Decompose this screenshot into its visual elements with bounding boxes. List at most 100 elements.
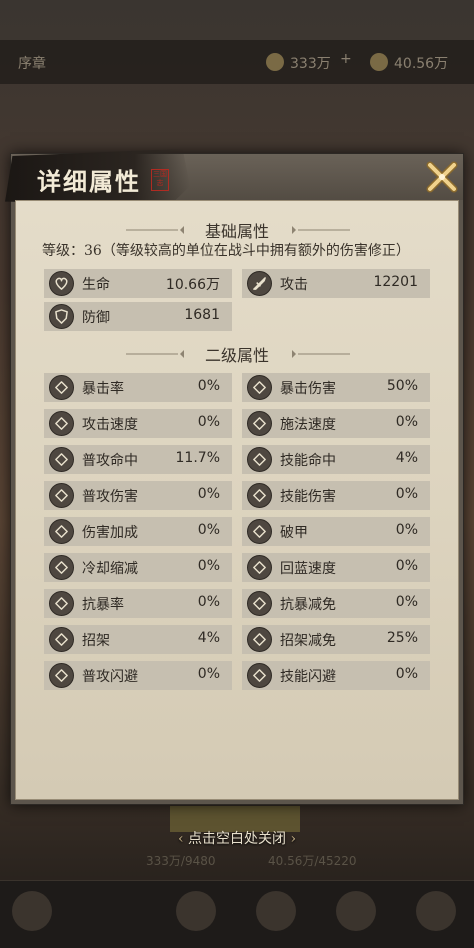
ornament-right-2 xyxy=(292,350,350,358)
attr-label: 抗暴减免 xyxy=(280,597,336,613)
ingot-icon xyxy=(370,53,388,71)
attr-label: 普攻命中 xyxy=(82,453,138,469)
close-hint-text: 点击空白处关闭 xyxy=(188,831,286,847)
attr-label: 冷却缩减 xyxy=(82,561,138,577)
eye-icon xyxy=(247,447,272,472)
attr-value: 1681 xyxy=(184,307,220,323)
flame-icon xyxy=(247,411,272,436)
currency-1: 333万 xyxy=(290,56,331,72)
attr-value: 0% xyxy=(395,594,418,610)
burst-ring-icon xyxy=(247,375,272,400)
attr-label: 招架减免 xyxy=(280,633,336,649)
attr-value: 0% xyxy=(197,666,220,682)
attr-value: 4% xyxy=(197,630,220,646)
attr-row: 防御 1681 xyxy=(44,302,232,331)
coin-icon xyxy=(266,53,284,71)
plus-icon[interactable]: + xyxy=(340,51,352,67)
arrow-target-icon xyxy=(49,447,74,472)
attr-row: 普攻伤害 0% xyxy=(44,481,232,510)
attr-row: 技能伤害 0% xyxy=(242,481,430,510)
attr-row: 伤害加成 0% xyxy=(44,517,232,546)
attr-value: 0% xyxy=(395,486,418,502)
attr-row: 普攻闪避 0% xyxy=(44,661,232,690)
attr-row: 抗暴减免 0% xyxy=(242,589,430,618)
attr-row: 生命 10.66万 xyxy=(44,269,232,298)
attr-value: 11.7% xyxy=(175,450,220,466)
attr-row: 破甲 0% xyxy=(242,517,430,546)
attr-value: 0% xyxy=(395,666,418,682)
attr-label: 施法速度 xyxy=(280,417,336,433)
attr-label: 攻击 xyxy=(280,277,308,293)
attr-row: 攻击 12201 xyxy=(242,269,430,298)
panel-title: 详细属性 xyxy=(37,167,141,196)
currency-2: 40.56万 xyxy=(394,56,449,72)
attr-label: 破甲 xyxy=(280,525,308,541)
swirl-icon xyxy=(49,483,74,508)
parry-ring-icon xyxy=(247,627,272,652)
level-description: 等级：36（等级较高的单位在战斗中拥有额外的伤害修正） xyxy=(42,243,410,259)
close-hint: ‹ 点击空白处关闭 › xyxy=(177,831,297,847)
attr-value: 0% xyxy=(395,558,418,574)
panel-body[interactable]: 基础属性 等级：36（等级较高的单位在战斗中拥有额外的伤害修正） 生命 10.66… xyxy=(15,200,459,800)
attr-label: 暴击伤害 xyxy=(280,381,336,397)
attr-row: 招架减免 25% xyxy=(242,625,430,654)
close-icon xyxy=(426,161,458,193)
burst-icon xyxy=(49,375,74,400)
chapter-label: 序章 xyxy=(18,56,46,72)
bottom-nav xyxy=(0,880,474,948)
drop-icon xyxy=(247,555,272,580)
attr-label: 技能伤害 xyxy=(280,489,336,505)
attr-value: 0% xyxy=(197,414,220,430)
leaf-icon xyxy=(247,483,272,508)
attr-row: 施法速度 0% xyxy=(242,409,430,438)
attr-row: 技能闪避 0% xyxy=(242,661,430,690)
attr-value: 0% xyxy=(395,414,418,430)
attr-value: 25% xyxy=(386,630,418,646)
runner-icon xyxy=(49,663,74,688)
attr-row: 冷却缩减 0% xyxy=(44,553,232,582)
attr-label: 技能命中 xyxy=(280,453,336,469)
top-bar: 序章 333万 + 40.56万 xyxy=(0,40,474,84)
attr-label: 攻击速度 xyxy=(82,417,138,433)
attr-value: 50% xyxy=(386,378,418,394)
attr-row: 暴击率 0% xyxy=(44,373,232,402)
basic-attributes-title: 基础属性 xyxy=(204,222,269,241)
attr-row: 招架 4% xyxy=(44,625,232,654)
heart-icon xyxy=(49,271,74,296)
attr-label: 普攻伤害 xyxy=(82,489,138,505)
attr-label: 伤害加成 xyxy=(82,525,138,541)
nav-icon-4 xyxy=(416,891,456,931)
ornament-right xyxy=(292,226,350,234)
dodge-icon xyxy=(247,663,272,688)
attr-value: 10.66万 xyxy=(165,277,220,293)
attr-row: 回蓝速度 0% xyxy=(242,553,430,582)
bg-resource-2: 40.56万/45220 xyxy=(268,854,357,868)
wing-icon xyxy=(49,519,74,544)
bg-resource-1: 333万/9480 xyxy=(146,854,216,868)
attr-label: 回蓝速度 xyxy=(280,561,336,577)
swift-sword-icon xyxy=(49,411,74,436)
detail-attributes-panel: 详细属性 三国志 基础属性 等级：36（等级较高的单位在战斗中拥有额外的伤害修正… xyxy=(5,148,464,805)
attr-label: 生命 xyxy=(82,277,110,293)
attr-value: 4% xyxy=(395,450,418,466)
attr-label: 普攻闪避 xyxy=(82,669,138,685)
attr-row: 抗暴率 0% xyxy=(44,589,232,618)
nav-icon-3 xyxy=(336,891,376,931)
attr-value: 0% xyxy=(197,486,220,502)
attr-row: 普攻命中 11.7% xyxy=(44,445,232,474)
attr-row: 攻击速度 0% xyxy=(44,409,232,438)
attr-row: 暴击伤害 50% xyxy=(242,373,430,402)
attr-value: 0% xyxy=(197,522,220,538)
attr-value: 0% xyxy=(197,558,220,574)
nav-icon-2 xyxy=(256,891,296,931)
attr-label: 防御 xyxy=(82,310,110,326)
attr-value: 12201 xyxy=(373,274,418,290)
secondary-attributes-title: 二级属性 xyxy=(204,346,269,365)
attr-value: 0% xyxy=(197,594,220,610)
red-seal-stamp: 三国志 xyxy=(151,169,169,191)
crest-icon xyxy=(247,591,272,616)
guard-icon xyxy=(49,591,74,616)
fire-icon xyxy=(49,555,74,580)
close-button[interactable] xyxy=(423,158,461,196)
parry-icon xyxy=(49,627,74,652)
